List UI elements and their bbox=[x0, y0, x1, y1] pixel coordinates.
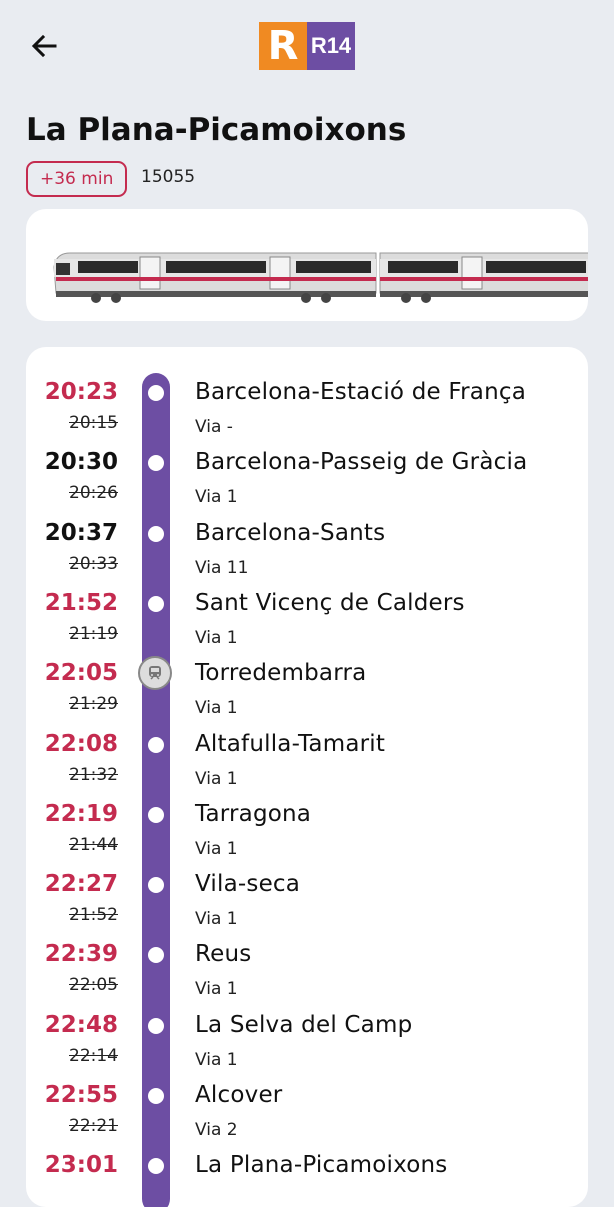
train-position-icon bbox=[138, 656, 172, 691]
station-name: Barcelona-Passeig de Gràcia bbox=[195, 449, 528, 476]
scheduled-time: 21:44 bbox=[69, 834, 118, 855]
actual-time: 20:23 bbox=[44, 379, 118, 405]
stop-dot bbox=[148, 877, 164, 894]
line-logo: R R14 bbox=[259, 22, 355, 70]
station-name: Reus bbox=[195, 941, 252, 968]
stop-dot bbox=[148, 806, 164, 823]
platform-label: Via 1 bbox=[195, 979, 238, 1000]
platform-label: Via 1 bbox=[195, 768, 238, 789]
stop-row[interactable]: 22:05 21:29 Torredembarra Via 1 bbox=[26, 656, 588, 736]
page-title: La Plana-Picamoixons bbox=[26, 112, 407, 148]
platform-label: Via 2 bbox=[195, 1120, 238, 1140]
platform-label: Via 11 bbox=[195, 557, 249, 578]
actual-time: 22:39 bbox=[44, 941, 118, 968]
actual-time: 22:27 bbox=[44, 871, 118, 898]
delay-badge: +36 min bbox=[26, 161, 128, 197]
top-bar: R R14 bbox=[0, 0, 614, 92]
scheduled-time: 22:05 bbox=[69, 975, 118, 996]
train-illustration bbox=[53, 252, 588, 303]
train-number: 15055 bbox=[141, 167, 196, 187]
stop-dot bbox=[148, 1088, 164, 1104]
station-name: Alcover bbox=[195, 1082, 283, 1108]
platform-label: Via - bbox=[195, 417, 233, 437]
platform-label: Via 1 bbox=[195, 909, 238, 930]
back-button[interactable] bbox=[22, 26, 66, 66]
platform-label: Via 1 bbox=[195, 1049, 238, 1070]
stop-row[interactable]: 22:55 22:21 Alcover Via 2 bbox=[26, 1082, 588, 1158]
line-badge: R14 bbox=[307, 22, 355, 70]
station-name: Torredembarra bbox=[195, 660, 367, 687]
stop-row[interactable]: 22:08 21:32 Altafulla-Tamarit Via 1 bbox=[26, 731, 588, 807]
scheduled-time: 21:52 bbox=[69, 905, 118, 926]
scheduled-time: 21:32 bbox=[69, 764, 118, 785]
stops-timeline: 20:23 20:15 Barcelona-Estació de França Via… bbox=[26, 347, 588, 1207]
scheduled-time: 20:15 bbox=[69, 413, 118, 433]
stop-row[interactable]: 20:30 20:26 Barcelona-Passeig de Gràcia Via… bbox=[26, 449, 588, 525]
stop-dot bbox=[148, 385, 164, 401]
scheduled-time: 20:26 bbox=[69, 483, 118, 504]
rodalies-logo-letter: R bbox=[259, 22, 307, 70]
stop-dot bbox=[148, 455, 164, 472]
stop-dot bbox=[148, 595, 164, 612]
train-image-card bbox=[26, 209, 588, 321]
station-name: La Selva del Camp bbox=[195, 1011, 413, 1038]
stop-dot bbox=[148, 1158, 164, 1175]
station-name: Altafulla-Tamarit bbox=[195, 730, 386, 757]
actual-time: 22:55 bbox=[44, 1082, 118, 1108]
platform-label: Via 1 bbox=[195, 698, 238, 719]
actual-time: 22:19 bbox=[44, 800, 118, 827]
platform-label: Via 1 bbox=[195, 838, 238, 859]
actual-time: 23:01 bbox=[44, 1152, 118, 1179]
station-name: Barcelona-Estació de França bbox=[195, 379, 526, 405]
stop-dot bbox=[148, 947, 164, 964]
actual-time: 22:48 bbox=[44, 1011, 118, 1038]
actual-time: 20:30 bbox=[44, 449, 118, 476]
stop-dot bbox=[148, 1017, 164, 1034]
actual-time: 22:05 bbox=[44, 660, 118, 687]
stop-row[interactable]: 20:23 20:15 Barcelona-Estació de França Via… bbox=[26, 379, 588, 455]
scheduled-time: 20:33 bbox=[69, 553, 118, 574]
station-name: Barcelona-Sants bbox=[195, 519, 386, 546]
stop-row[interactable]: 22:48 22:14 La Selva del Camp Via 1 bbox=[26, 1012, 588, 1088]
station-name: Tarragona bbox=[195, 800, 312, 827]
stop-dot bbox=[148, 525, 164, 542]
stop-row[interactable]: 22:27 21:52 Vila-seca Via 1 bbox=[26, 871, 588, 947]
actual-time: 21:52 bbox=[44, 589, 118, 616]
stop-row[interactable]: 22:19 21:44 Tarragona Via 1 bbox=[26, 801, 588, 877]
station-name: Sant Vicenç de Calders bbox=[195, 589, 465, 616]
stop-row[interactable]: 22:39 22:05 Reus Via 1 bbox=[26, 941, 588, 1017]
stop-row[interactable]: 20:37 20:33 Barcelona-Sants Via 11 bbox=[26, 520, 588, 596]
platform-label: Via 1 bbox=[195, 487, 238, 508]
scheduled-time: 21:19 bbox=[69, 623, 118, 644]
actual-time: 20:37 bbox=[44, 519, 118, 546]
platform-label: Via 1 bbox=[195, 627, 238, 648]
scheduled-time: 22:21 bbox=[69, 1116, 118, 1136]
stop-dot bbox=[148, 736, 164, 753]
scheduled-time: 21:29 bbox=[69, 694, 118, 715]
station-name: La Plana-Picamoixons bbox=[195, 1152, 448, 1179]
actual-time: 22:08 bbox=[44, 730, 118, 757]
station-name: Vila-seca bbox=[195, 871, 301, 898]
arrow-left-icon bbox=[31, 34, 57, 58]
scheduled-time: 22:14 bbox=[69, 1045, 118, 1066]
stop-row[interactable]: 21:52 21:19 Sant Vicenç de Calders Via 1 bbox=[26, 590, 588, 666]
